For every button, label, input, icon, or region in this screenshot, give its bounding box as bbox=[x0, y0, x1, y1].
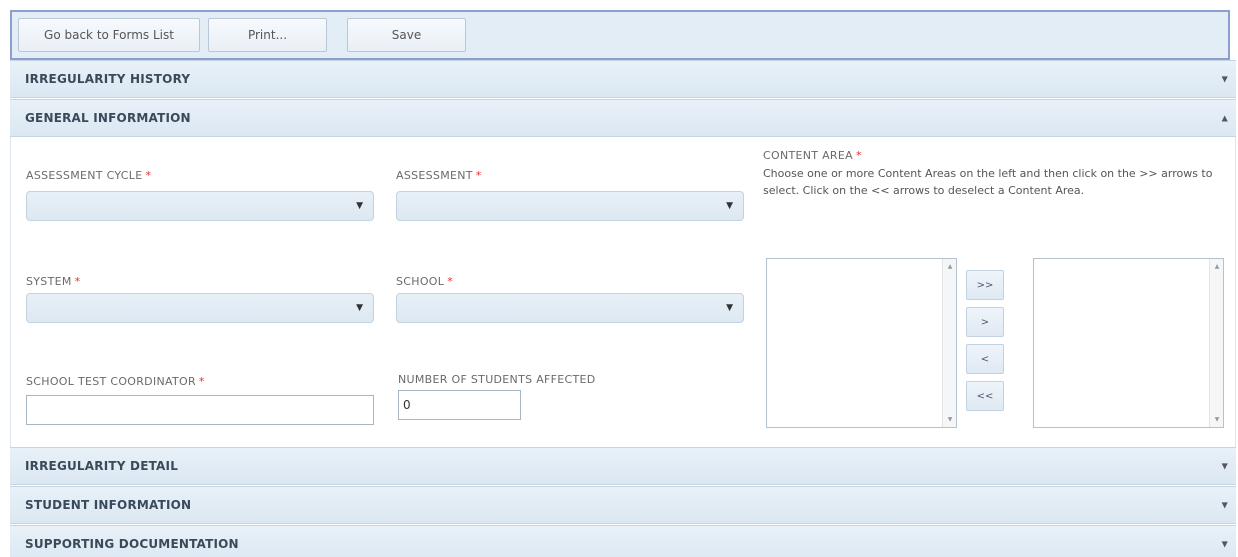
number-of-students-affected-input[interactable] bbox=[398, 390, 521, 420]
scroll-up-icon[interactable]: ▲ bbox=[1210, 263, 1224, 270]
section-title: IRREGULARITY HISTORY bbox=[25, 72, 191, 86]
section-title: GENERAL INFORMATION bbox=[25, 111, 191, 125]
section-irregularity-history[interactable]: IRREGULARITY HISTORY ▼ bbox=[10, 60, 1236, 98]
general-information-panel: ASSESSMENT CYCLE * ▼ ASSESSMENT * ▼ SYSTEM… bbox=[10, 137, 1236, 447]
scrollbar[interactable]: ▲ ▼ bbox=[1209, 259, 1223, 427]
toolbar: Go back to Forms List Print... Save bbox=[10, 10, 1230, 60]
school-test-coordinator-input[interactable] bbox=[26, 395, 374, 425]
assessment-select[interactable]: ▼ bbox=[396, 191, 744, 221]
add-all-button[interactable]: >> bbox=[966, 270, 1004, 300]
school-label: SCHOOL * bbox=[396, 275, 453, 288]
chevron-down-icon: ▼ bbox=[1221, 539, 1228, 549]
required-marker: * bbox=[855, 149, 862, 162]
section-student-information[interactable]: STUDENT INFORMATION ▼ bbox=[10, 486, 1236, 524]
section-irregularity-detail[interactable]: IRREGULARITY DETAIL ▼ bbox=[10, 447, 1236, 485]
add-one-button[interactable]: > bbox=[966, 307, 1004, 337]
remove-all-button[interactable]: << bbox=[966, 381, 1004, 411]
remove-one-button[interactable]: < bbox=[966, 344, 1004, 374]
scroll-down-icon[interactable]: ▼ bbox=[943, 416, 957, 423]
chevron-down-icon: ▼ bbox=[726, 201, 733, 211]
chevron-down-icon: ▼ bbox=[356, 303, 363, 313]
system-label: SYSTEM * bbox=[26, 275, 81, 288]
section-title: SUPPORTING DOCUMENTATION bbox=[25, 537, 239, 551]
section-general-information[interactable]: GENERAL INFORMATION ▲ bbox=[10, 99, 1236, 137]
print-button[interactable]: Print... bbox=[208, 18, 327, 52]
chevron-down-icon: ▼ bbox=[726, 303, 733, 313]
number-of-students-affected-label: NUMBER OF STUDENTS AFFECTED bbox=[398, 373, 596, 386]
selected-content-areas-list[interactable]: ▲ ▼ bbox=[1033, 258, 1224, 428]
chevron-down-icon: ▼ bbox=[1221, 461, 1228, 471]
required-marker: * bbox=[447, 275, 453, 288]
section-supporting-documentation[interactable]: SUPPORTING DOCUMENTATION ▼ bbox=[10, 525, 1236, 557]
required-marker: * bbox=[475, 169, 482, 182]
scroll-down-icon[interactable]: ▼ bbox=[1210, 416, 1224, 423]
required-marker: * bbox=[74, 275, 81, 288]
school-select[interactable]: ▼ bbox=[396, 293, 744, 323]
available-content-areas-list[interactable]: ▲ ▼ bbox=[766, 258, 957, 428]
chevron-down-icon: ▼ bbox=[1221, 74, 1228, 84]
content-area-label: CONTENT AREA * bbox=[763, 149, 862, 162]
section-title: STUDENT INFORMATION bbox=[25, 498, 192, 512]
section-title: IRREGULARITY DETAIL bbox=[25, 459, 179, 473]
chevron-down-icon: ▼ bbox=[1221, 500, 1228, 510]
school-test-coordinator-label: SCHOOL TEST COORDINATOR * bbox=[26, 375, 205, 388]
chevron-up-icon: ▲ bbox=[1221, 113, 1228, 123]
go-back-button[interactable]: Go back to Forms List bbox=[18, 18, 200, 52]
system-select[interactable]: ▼ bbox=[26, 293, 374, 323]
assessment-label: ASSESSMENT * bbox=[396, 169, 482, 182]
assessment-cycle-select[interactable]: ▼ bbox=[26, 191, 374, 221]
required-marker: * bbox=[145, 169, 152, 182]
scrollbar[interactable]: ▲ ▼ bbox=[942, 259, 956, 427]
content-area-description: Choose one or more Content Areas on the … bbox=[763, 167, 1213, 197]
save-button[interactable]: Save bbox=[347, 18, 466, 52]
assessment-cycle-label: ASSESSMENT CYCLE * bbox=[26, 169, 152, 182]
required-marker: * bbox=[198, 375, 205, 388]
chevron-down-icon: ▼ bbox=[356, 201, 363, 211]
scroll-up-icon[interactable]: ▲ bbox=[943, 263, 957, 270]
